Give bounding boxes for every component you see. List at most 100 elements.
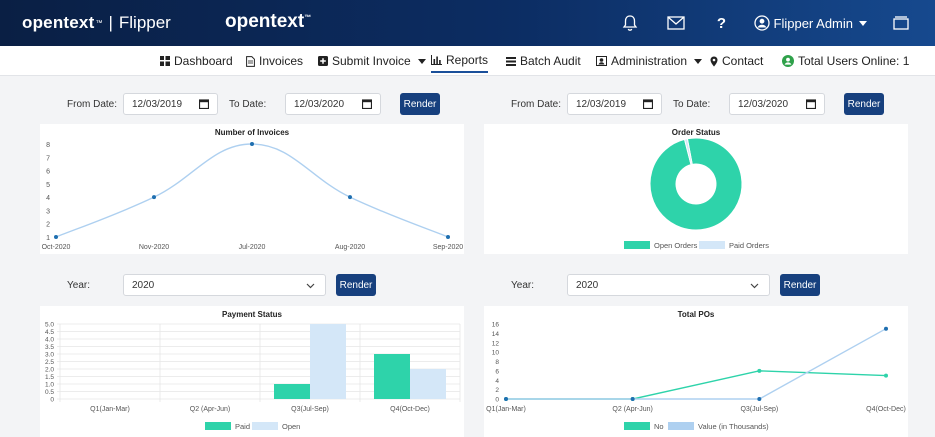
order-status-chart-card: Order Status Open Orders Paid Orders xyxy=(484,124,908,254)
legend-label: Open xyxy=(282,422,300,431)
y-tick-label: 1.0 xyxy=(45,382,54,389)
y-tick-label: 2.5 xyxy=(45,359,54,366)
nav-dashboard[interactable]: Dashboard xyxy=(160,46,233,76)
y-tick-label: 4.0 xyxy=(45,337,54,344)
data-point xyxy=(504,397,508,401)
legend-swatch xyxy=(699,241,725,249)
invoices-chart-card: Number of Invoices 1 2 3 4 5 6 7 8 Oct-2020 Nov-2… xyxy=(40,124,464,254)
year-label: Year: xyxy=(511,280,534,291)
bar-chart-icon xyxy=(431,55,442,65)
to-date-label: To Date: xyxy=(229,99,267,110)
year-label: Year: xyxy=(67,280,90,291)
year-select[interactable]: 2020 xyxy=(567,274,770,296)
y-tick-label: 4 xyxy=(495,378,499,385)
bar xyxy=(410,369,446,399)
data-point xyxy=(250,142,254,146)
y-tick-label: 1 xyxy=(46,235,50,242)
bar xyxy=(274,384,310,399)
render-button[interactable]: Render xyxy=(400,93,440,115)
y-tick-label: 0.5 xyxy=(45,389,54,396)
window-icon[interactable] xyxy=(889,11,913,35)
admin-icon xyxy=(596,56,607,66)
nav-administration[interactable]: Administration xyxy=(596,46,703,76)
user-circle-icon xyxy=(753,15,770,31)
render-button[interactable]: Render xyxy=(844,93,884,115)
data-point xyxy=(884,373,888,378)
data-point xyxy=(884,326,888,331)
chevron-down-icon xyxy=(417,58,426,64)
series-line xyxy=(55,143,449,238)
x-tick-label: Nov-2020 xyxy=(139,244,169,251)
map-pin-icon xyxy=(710,56,718,66)
main-nav: Dashboard Invoices Submit Invoice Report… xyxy=(0,46,935,76)
total-pos-chart-card: Total POs 0 2 4 6 8 10 12 14 16 Q1(Jan-Mar) Q2 (Ap… xyxy=(484,306,908,437)
plus-square-icon xyxy=(318,56,328,66)
legend-swatch xyxy=(624,241,650,249)
chevron-down-icon xyxy=(750,283,759,289)
to-date-input[interactable]: 12/03/2020 xyxy=(285,93,381,115)
y-tick-label: 6 xyxy=(495,368,499,375)
y-tick-label: 3 xyxy=(46,208,50,215)
bar xyxy=(374,354,410,399)
calendar-icon xyxy=(643,99,653,109)
x-tick-label: Jul-2020 xyxy=(239,244,266,251)
legend-swatch xyxy=(252,422,278,430)
legend-label: Value (in Thousands) xyxy=(698,422,769,431)
x-tick-label: Q3(Jul-Sep) xyxy=(291,406,329,413)
chevron-down-icon xyxy=(306,283,315,289)
order-status-doughnut-chart: Open Orders Paid Orders xyxy=(624,137,769,250)
total-pos-line-chart: 0 2 4 6 8 10 12 14 16 Q1(Jan-Mar) Q2 (Apr-Jun) Q3(J… xyxy=(486,322,906,432)
bell-icon[interactable] xyxy=(618,11,642,35)
to-date-input[interactable]: 12/03/2020 xyxy=(729,93,825,115)
user-menu[interactable]: Flipper Admin xyxy=(753,15,867,31)
y-tick-label: 8 xyxy=(46,142,50,149)
payment-status-bar-chart: 00.51.01.52.02.53.03.54.04.55.0 Q1(Jan-Ma… xyxy=(45,322,461,431)
render-button[interactable]: Render xyxy=(336,274,376,296)
y-tick-label: 6 xyxy=(46,169,50,176)
from-date-label: From Date: xyxy=(511,99,562,110)
nav-submit-invoice[interactable]: Submit Invoice xyxy=(318,46,426,76)
legend-swatch xyxy=(205,422,231,430)
x-tick-label: Oct-2020 xyxy=(42,244,71,251)
x-tick-label: Aug-2020 xyxy=(335,244,365,251)
x-tick-label: Q2 (Apr-Jun) xyxy=(612,406,652,413)
nav-contact[interactable]: Contact xyxy=(710,46,763,76)
y-tick-label: 2.0 xyxy=(45,367,54,374)
users-online-indicator: Total Users Online: 1 xyxy=(782,46,909,76)
y-tick-label: 3.0 xyxy=(45,352,54,359)
nav-reports[interactable]: Reports xyxy=(431,49,489,73)
series-line xyxy=(506,370,887,400)
legend-label: Paid Orders xyxy=(729,241,769,250)
y-tick-label: 7 xyxy=(46,155,50,162)
legend-label: No xyxy=(654,422,664,431)
year-select[interactable]: 2020 xyxy=(123,274,326,296)
legend-label: Open Orders xyxy=(654,241,698,250)
render-button[interactable]: Render xyxy=(780,274,820,296)
y-tick-label: 3.5 xyxy=(45,344,54,351)
x-tick-label: Q4(Oct-Dec) xyxy=(390,406,430,413)
to-date-label: To Date: xyxy=(673,99,711,110)
data-point xyxy=(446,235,450,239)
top-bar: opentext ™ | Flipper opentext™ ? Flipper … xyxy=(0,0,935,46)
nav-invoices[interactable]: Invoices xyxy=(246,46,303,76)
data-point xyxy=(152,195,156,200)
brand[interactable]: opentext ™ | Flipper xyxy=(22,13,171,33)
calendar-icon xyxy=(806,99,816,109)
from-date-input[interactable]: 12/03/2019 xyxy=(567,93,662,115)
y-tick-label: 5 xyxy=(46,182,50,189)
y-tick-label: 4 xyxy=(46,195,50,202)
y-tick-label: 16 xyxy=(492,322,500,329)
dashboard-icon xyxy=(160,56,170,66)
mail-icon[interactable] xyxy=(664,11,688,35)
from-date-label: From Date: xyxy=(67,99,118,110)
invoices-line-chart: 1 2 3 4 5 6 7 8 Oct-2020 Nov-2020 Jul-2020 Aug-2020… xyxy=(42,142,463,251)
x-tick-label: Sep-2020 xyxy=(433,244,463,251)
x-tick-label: Q4(Oct-Dec) xyxy=(866,406,906,413)
list-icon xyxy=(506,56,516,66)
nav-batch-audit[interactable]: Batch Audit xyxy=(506,46,581,76)
document-icon xyxy=(246,55,255,67)
help-icon[interactable]: ? xyxy=(710,11,734,35)
chevron-down-icon xyxy=(694,58,703,64)
from-date-input[interactable]: 12/03/2019 xyxy=(123,93,218,115)
data-point xyxy=(757,368,762,373)
